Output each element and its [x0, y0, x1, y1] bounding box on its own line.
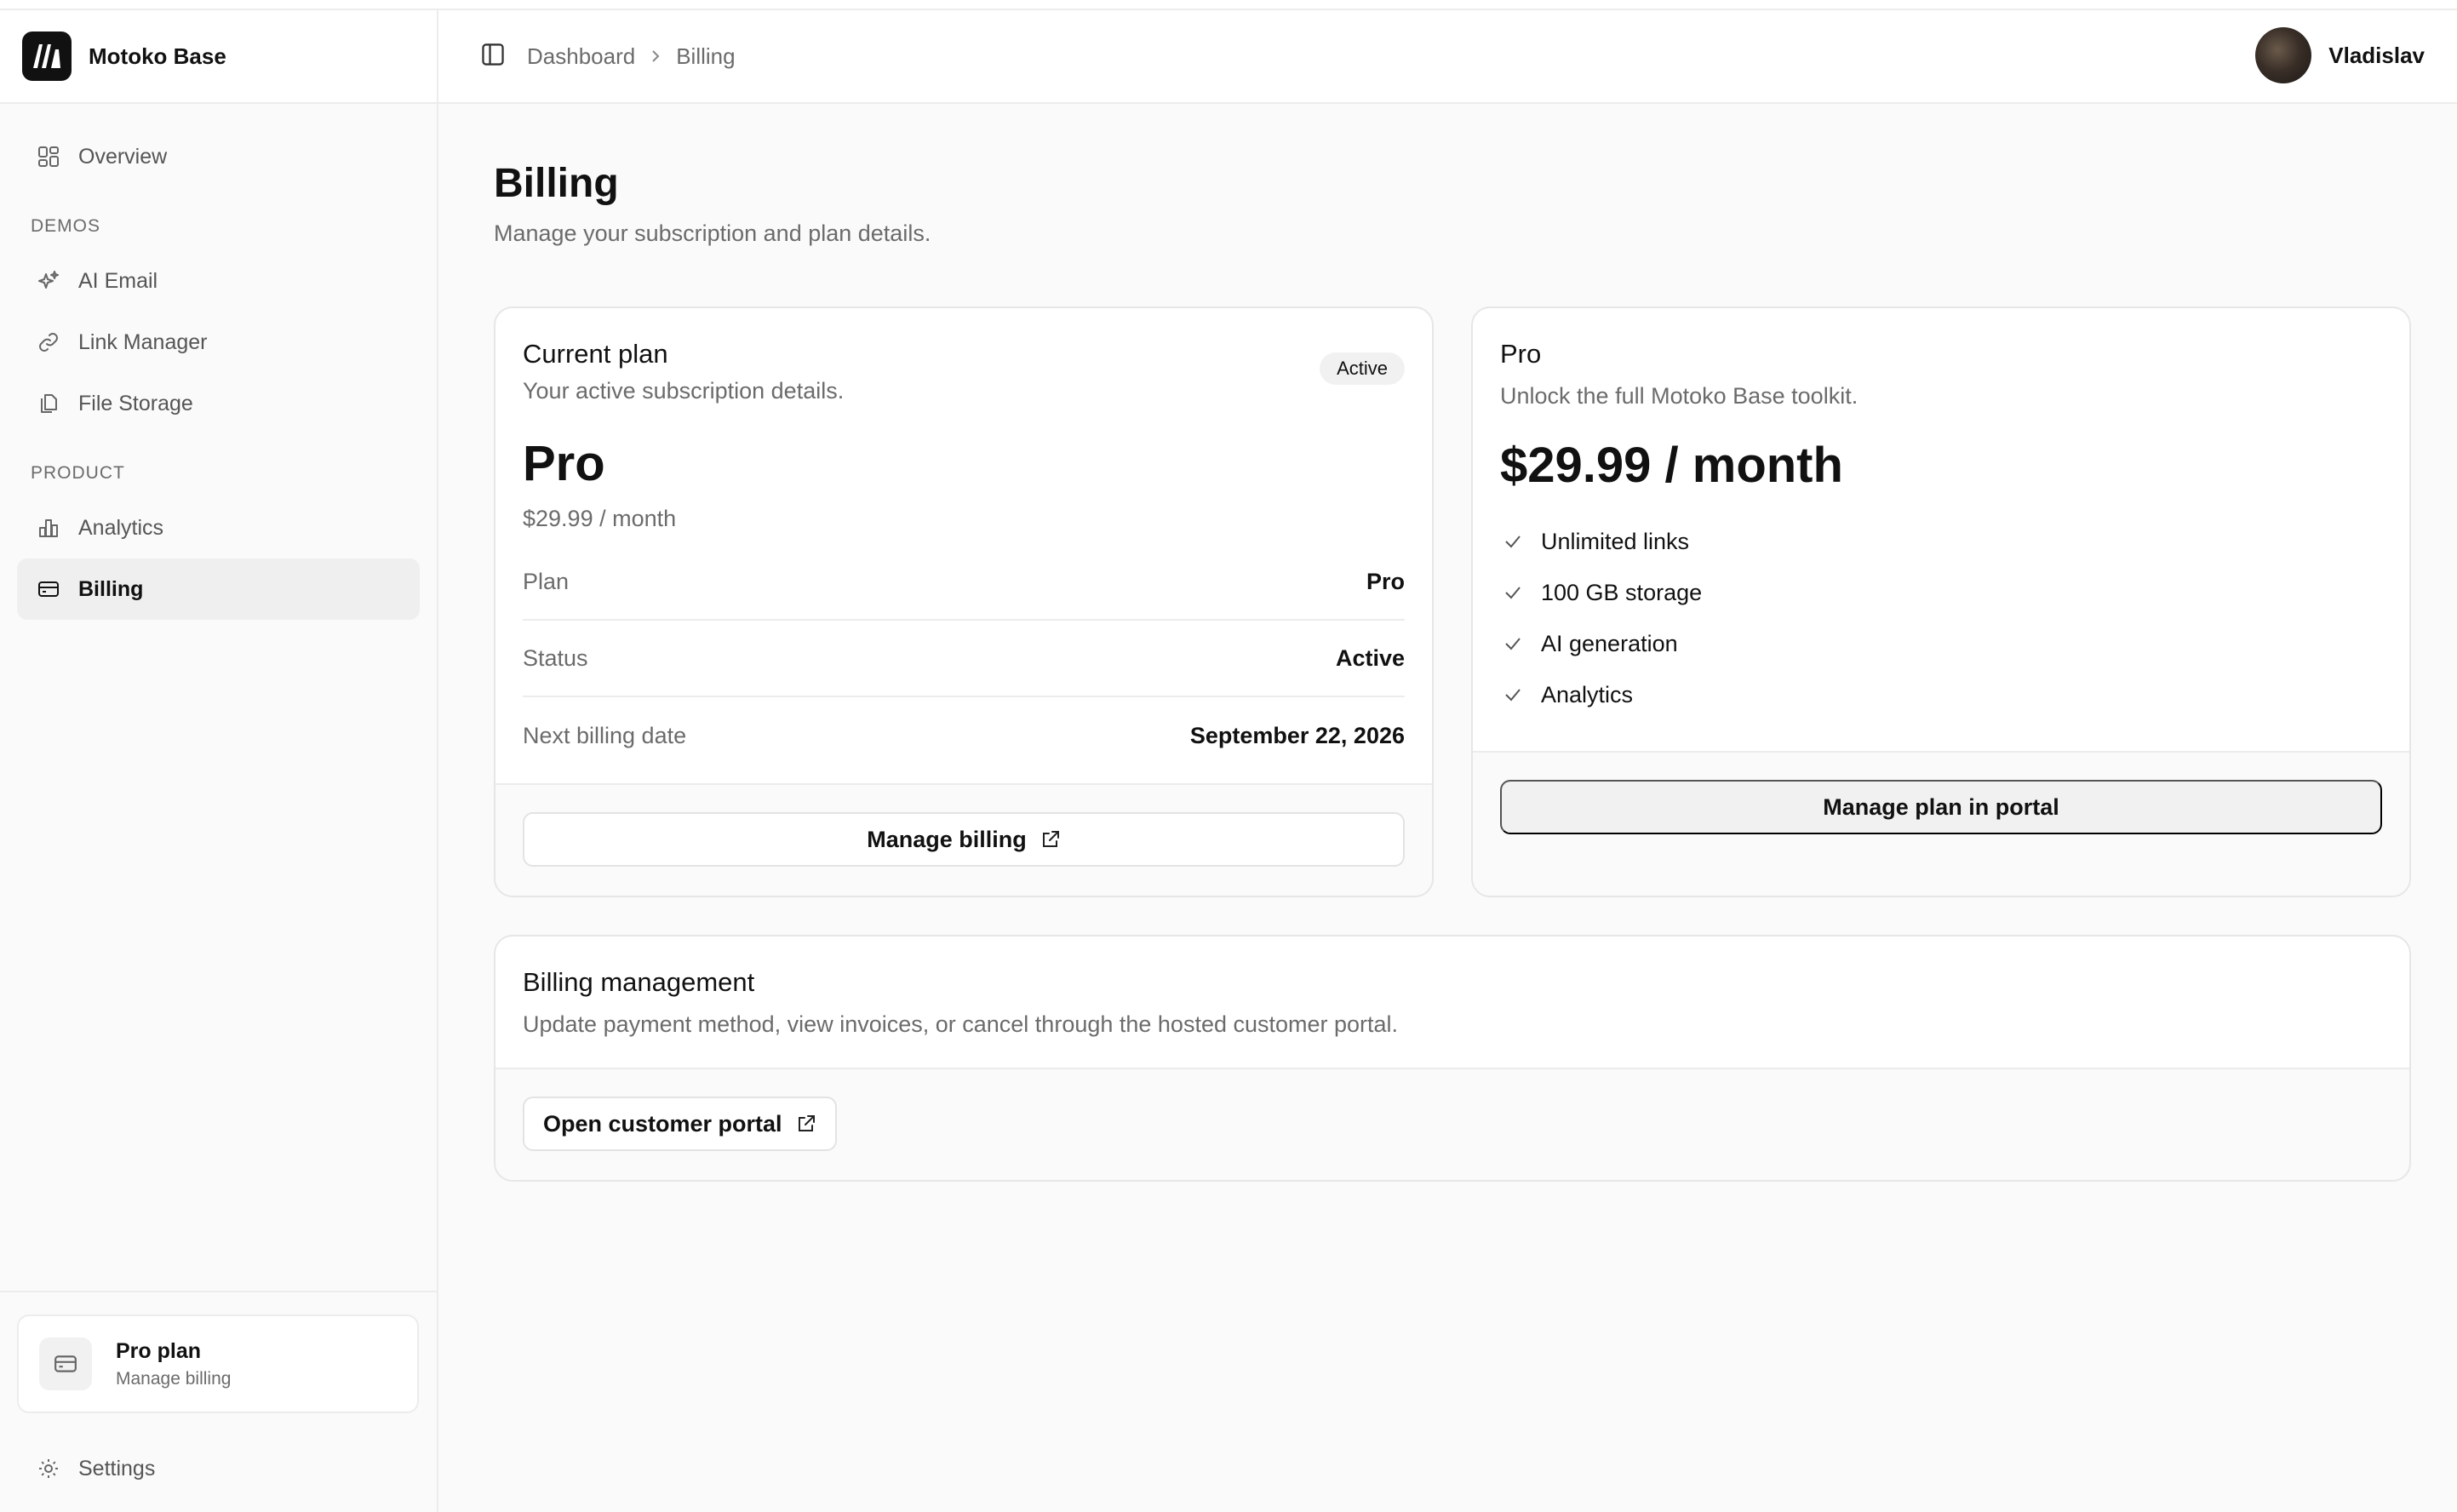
- current-plan-name: Pro: [523, 436, 605, 491]
- bar-chart-icon: [36, 515, 61, 541]
- detail-label: Status: [523, 644, 588, 671]
- detail-row-plan: Plan Pro: [523, 544, 1405, 621]
- sidebar-item-billing[interactable]: Billing: [17, 558, 420, 620]
- gear-icon: [36, 1456, 61, 1481]
- sidebar-toggle-button[interactable]: [476, 39, 510, 73]
- avatar: [2255, 27, 2312, 83]
- main-content: Billing Manage your subscription and pla…: [494, 104, 2411, 1182]
- pro-plan-title: Pro: [1500, 339, 1542, 369]
- pro-plan-footer: Manage plan in portal: [1473, 751, 2409, 896]
- check-icon: [1500, 631, 1526, 656]
- billing-management-card: Billing management Update payment method…: [494, 935, 2411, 1182]
- detail-row-next-billing: Next billing date September 22, 2026: [523, 697, 1405, 774]
- breadcrumb-dashboard[interactable]: Dashboard: [527, 43, 635, 70]
- grid-icon: [36, 144, 61, 169]
- billing-management-title: Billing management: [523, 967, 755, 997]
- detail-label: Next billing date: [523, 722, 687, 748]
- files-icon: [36, 391, 61, 416]
- credit-card-icon: [39, 1337, 92, 1390]
- sidebar-item-label: AI Email: [78, 268, 158, 293]
- external-link-icon: [796, 1114, 816, 1134]
- sidebar-toggle-icon: [480, 42, 506, 72]
- list-item: AI generation: [1500, 618, 2382, 669]
- plan-card-subtitle: Manage billing: [116, 1368, 232, 1389]
- breadcrumb: Dashboard Billing: [527, 43, 736, 70]
- list-item: Analytics: [1500, 669, 2382, 720]
- sidebar-item-link-manager[interactable]: Link Manager: [17, 312, 420, 373]
- sidebar-item-file-storage[interactable]: File Storage: [17, 373, 420, 434]
- current-plan-subtitle: Your active subscription details.: [523, 378, 845, 404]
- sidebar-item-analytics[interactable]: Analytics: [17, 497, 420, 558]
- list-item: 100 GB storage: [1500, 567, 2382, 618]
- current-plan-card: Current plan Your active subscription de…: [494, 306, 1434, 897]
- detail-label: Plan: [523, 568, 570, 594]
- settings-label: Settings: [78, 1456, 156, 1480]
- chevron-right-icon: [649, 49, 662, 63]
- page-subtitle: Manage your subscription and plan detail…: [494, 220, 931, 246]
- link-icon: [36, 329, 61, 355]
- top-header: Dashboard Billing Vladislav: [438, 10, 2457, 104]
- manage-billing-label: Manage billing: [867, 826, 1027, 852]
- sidebar-section-demos: DEMOS: [31, 216, 101, 236]
- open-customer-portal-button[interactable]: Open customer portal: [523, 1097, 837, 1151]
- check-icon: [1500, 580, 1526, 605]
- feature-label: AI generation: [1541, 630, 1678, 656]
- current-plan-price: $29.99 / month: [523, 506, 677, 531]
- current-plan-footer: Manage billing: [495, 783, 1432, 896]
- feature-label: Analytics: [1541, 681, 1634, 707]
- feature-list: Unlimited links 100 GB storage AI genera…: [1500, 516, 2382, 720]
- plan-details: Plan Pro Status Active Next billing date…: [523, 544, 1405, 774]
- detail-value: Pro: [1366, 568, 1405, 594]
- feature-label: 100 GB storage: [1541, 579, 1703, 605]
- sidebar-item-overview[interactable]: Overview: [17, 126, 420, 187]
- sidebar-item-label: Analytics: [78, 515, 164, 540]
- user-menu[interactable]: Vladislav: [2255, 27, 2425, 83]
- current-plan-title: Current plan: [523, 339, 668, 369]
- window-top-edge: [0, 0, 2457, 10]
- status-badge: Active: [1320, 352, 1405, 385]
- user-name: Vladislav: [2328, 42, 2425, 68]
- feature-label: Unlimited links: [1541, 528, 1690, 554]
- sidebar-footer: Pro plan Manage billing Settings: [0, 1291, 437, 1512]
- sidebar-item-settings[interactable]: Settings: [17, 1440, 419, 1497]
- manage-plan-in-portal-button[interactable]: Manage plan in portal: [1500, 780, 2382, 834]
- external-link-icon: [1040, 829, 1061, 850]
- credit-card-icon: [36, 576, 61, 602]
- plan-card-title: Pro plan: [116, 1338, 202, 1363]
- billing-management-subtitle: Update payment method, view invoices, or…: [523, 1011, 1399, 1037]
- billing-management-footer: Open customer portal: [495, 1069, 2409, 1180]
- pro-plan-price: $29.99 / month: [1500, 438, 1843, 493]
- sidebar: Motoko Base Overview DEMOS AI Email Link…: [0, 10, 438, 1512]
- brand[interactable]: Motoko Base: [0, 10, 437, 104]
- sidebar-nav: Overview DEMOS AI Email Link Manager Fil…: [0, 104, 437, 620]
- sidebar-item-ai-email[interactable]: AI Email: [17, 250, 420, 312]
- check-icon: [1500, 682, 1526, 707]
- list-item: Unlimited links: [1500, 516, 2382, 567]
- open-customer-portal-label: Open customer portal: [543, 1110, 782, 1137]
- sidebar-section-product: PRODUCT: [31, 463, 125, 483]
- sidebar-plan-card[interactable]: Pro plan Manage billing: [17, 1314, 419, 1413]
- check-icon: [1500, 529, 1526, 554]
- sidebar-item-label: Link Manager: [78, 329, 208, 354]
- sparkles-icon: [36, 268, 61, 294]
- sidebar-item-label: Billing: [78, 576, 144, 601]
- sidebar-item-label: Overview: [78, 144, 168, 169]
- detail-row-status: Status Active: [523, 621, 1405, 697]
- manage-billing-button[interactable]: Manage billing: [523, 812, 1405, 867]
- page-title: Billing: [494, 161, 619, 206]
- sidebar-item-label: File Storage: [78, 391, 193, 415]
- pro-plan-card: Pro Unlock the full Motoko Base toolkit.…: [1471, 306, 2411, 897]
- brand-logo-icon: [22, 32, 72, 81]
- detail-value: Active: [1335, 644, 1405, 671]
- detail-value: September 22, 2026: [1189, 722, 1405, 748]
- pro-plan-subtitle: Unlock the full Motoko Base toolkit.: [1500, 383, 1858, 409]
- breadcrumb-billing: Billing: [676, 43, 736, 69]
- brand-name: Motoko Base: [89, 43, 226, 69]
